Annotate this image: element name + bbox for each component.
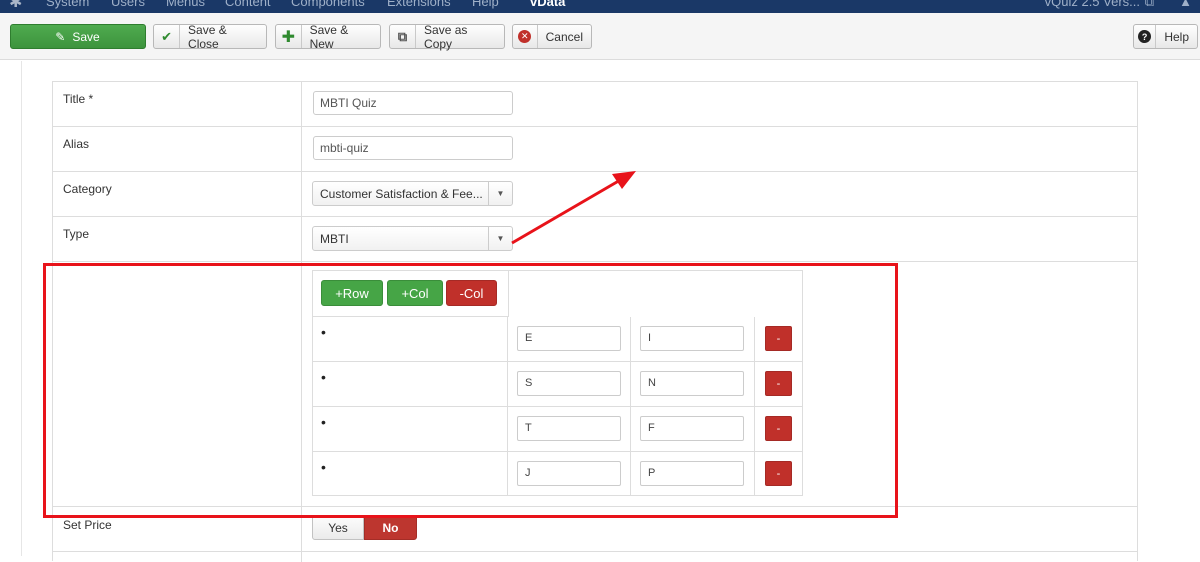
menu-components[interactable]: Components bbox=[291, 0, 365, 9]
category-value: Customer Satisfaction & Fee... bbox=[320, 186, 483, 201]
top-navbar: ✱ System Users Menus Content Components … bbox=[0, 0, 1200, 13]
menu-users[interactable]: Users bbox=[111, 0, 145, 9]
row-category: Category Customer Satisfaction & Fee... … bbox=[53, 172, 1137, 217]
delete-row-button[interactable]: - bbox=[765, 326, 792, 351]
alias-input[interactable]: mbti-quiz bbox=[313, 136, 513, 160]
edit-icon: ✎ bbox=[55, 29, 66, 44]
dimension-input-b[interactable]: I bbox=[640, 326, 744, 351]
dimension-input-b[interactable]: F bbox=[640, 416, 744, 441]
row-bullet: • bbox=[321, 414, 326, 430]
add-col-button[interactable]: +Col bbox=[387, 280, 443, 306]
save-button[interactable]: ✎ Save bbox=[10, 24, 146, 49]
help-icon: ? bbox=[1134, 25, 1157, 48]
checkmark-icon: ✔ bbox=[154, 25, 181, 48]
set-price-toggle: Yes No bbox=[312, 515, 417, 540]
cancel-icon: ✕ bbox=[513, 25, 538, 48]
row-set-price: Set Price bbox=[53, 507, 1137, 552]
type-select[interactable]: MBTI ▼ bbox=[312, 226, 513, 251]
dimension-input-b[interactable]: N bbox=[640, 371, 744, 396]
menu-system[interactable]: System bbox=[46, 0, 89, 9]
copy-icon: ⧉ bbox=[390, 25, 417, 48]
row-bullet: • bbox=[321, 324, 326, 340]
content-area: Title * MBTI Quiz Alias mbti-quiz Catego… bbox=[0, 61, 1200, 562]
row-type: Type MBTI ▼ bbox=[53, 217, 1137, 262]
grid-controls: +Row +Col -Col bbox=[313, 271, 509, 317]
left-divider bbox=[21, 61, 22, 556]
row-bullet: • bbox=[321, 459, 326, 475]
save-close-button[interactable]: ✔ Save & Close bbox=[153, 23, 267, 51]
dimension-input-a[interactable]: T bbox=[517, 416, 621, 441]
extension-version-text[interactable]: vQuiz 2.5 Vers... bbox=[1045, 0, 1140, 9]
menu-help[interactable]: Help bbox=[472, 0, 499, 9]
user-menu-icon[interactable]: ▲ bbox=[1179, 0, 1192, 9]
external-link-icon[interactable]: ⧉ bbox=[1145, 0, 1154, 10]
dimension-input-a[interactable]: E bbox=[517, 326, 621, 351]
delete-row-button[interactable]: - bbox=[765, 461, 792, 486]
save-new-button[interactable]: ✚ Save & New bbox=[275, 23, 381, 51]
menu-content[interactable]: Content bbox=[225, 0, 271, 9]
row-alias: Alias mbti-quiz bbox=[53, 127, 1137, 172]
menu-extensions[interactable]: Extensions bbox=[387, 0, 451, 9]
title-label: Title * bbox=[63, 92, 94, 106]
category-select[interactable]: Customer Satisfaction & Fee... ▼ bbox=[312, 181, 513, 206]
toolbar: ✎ Save ✔ Save & Close ✚ Save & New ⧉ Sav… bbox=[0, 13, 1200, 60]
row-bullet: • bbox=[321, 369, 326, 385]
remove-col-button[interactable]: -Col bbox=[446, 280, 497, 306]
cancel-button[interactable]: ✕ Cancel bbox=[512, 24, 592, 49]
save-copy-button[interactable]: ⧉ Save as Copy bbox=[389, 23, 505, 51]
type-label: Type bbox=[63, 227, 90, 241]
menu-vdata[interactable]: vData bbox=[530, 0, 565, 9]
chevron-down-icon: ▼ bbox=[488, 182, 512, 205]
chevron-down-icon: ▼ bbox=[488, 227, 512, 250]
grid-row: • J P - bbox=[313, 452, 802, 497]
joomla-logo-icon[interactable]: ✱ bbox=[9, 0, 22, 12]
category-label: Category bbox=[63, 182, 112, 196]
dimension-input-b[interactable]: P bbox=[640, 461, 744, 486]
grid-row: • E I - bbox=[313, 317, 802, 362]
dimension-input-a[interactable]: S bbox=[517, 371, 621, 396]
row-title: Title * MBTI Quiz bbox=[53, 82, 1137, 127]
mbti-dimension-grid: +Row +Col -Col • E I - • S N - • T F - •… bbox=[312, 270, 803, 496]
type-value: MBTI bbox=[320, 231, 349, 246]
plus-icon: ✚ bbox=[276, 25, 302, 48]
delete-row-button[interactable]: - bbox=[765, 371, 792, 396]
delete-row-button[interactable]: - bbox=[765, 416, 792, 441]
price-no-button[interactable]: No bbox=[364, 515, 417, 540]
menu-menus[interactable]: Menus bbox=[166, 0, 205, 9]
dimension-input-a[interactable]: J bbox=[517, 461, 621, 486]
add-row-button[interactable]: +Row bbox=[321, 280, 383, 306]
grid-row: • T F - bbox=[313, 407, 802, 452]
set-price-label: Set Price bbox=[63, 518, 112, 532]
grid-row: • S N - bbox=[313, 362, 802, 407]
help-button[interactable]: ? Help bbox=[1133, 24, 1198, 49]
alias-label: Alias bbox=[63, 137, 90, 151]
price-yes-button[interactable]: Yes bbox=[312, 515, 364, 540]
title-input[interactable]: MBTI Quiz bbox=[313, 91, 513, 115]
